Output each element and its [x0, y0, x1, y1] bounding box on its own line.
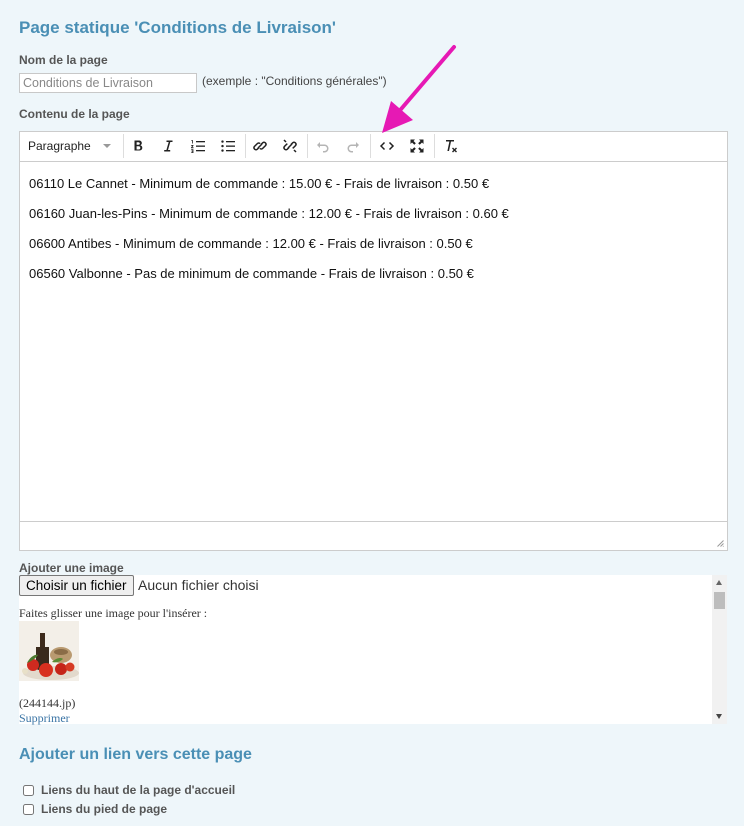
numbered-list-button[interactable]	[188, 135, 208, 157]
clear-formatting-button[interactable]	[440, 135, 462, 157]
unlink-icon	[283, 139, 297, 153]
choose-file-button[interactable]: Choisir un fichier	[19, 575, 134, 596]
content-line: 06600 Antibes - Minimum de commande : 12…	[29, 236, 473, 251]
add-image-label: Ajouter une image	[19, 561, 124, 575]
add-link-title: Ajouter un lien vers cette page	[19, 746, 252, 763]
footer-links-option[interactable]: Liens du pied de page	[23, 802, 167, 816]
toolbar-separator	[245, 134, 246, 158]
block-format-select[interactable]: Paragraphe	[23, 135, 117, 157]
top-links-checkbox[interactable]	[23, 784, 34, 796]
link-icon	[253, 141, 267, 151]
page-name-label: Nom de la page	[19, 53, 108, 67]
content-line: 06110 Le Cannet - Minimum de commande : …	[29, 176, 490, 191]
fullscreen-button[interactable]	[407, 135, 427, 157]
source-code-button[interactable]	[377, 135, 397, 157]
page-name-hint: (exemple : "Conditions générales")	[202, 74, 387, 88]
scroll-down-icon[interactable]	[716, 714, 722, 719]
numbered-list-icon	[191, 140, 205, 153]
unlink-button[interactable]	[280, 135, 300, 157]
toolbar-separator	[370, 134, 371, 158]
editor-content[interactable]: 06110 Le Cannet - Minimum de commande : …	[20, 162, 727, 522]
footer-links-checkbox[interactable]	[23, 803, 34, 815]
content-line: 06560 Valbonne - Pas de minimum de comma…	[29, 266, 474, 281]
chevron-down-icon	[103, 144, 111, 148]
delete-image-link[interactable]: Supprimer	[19, 711, 70, 726]
clear-formatting-icon	[446, 140, 457, 153]
bullet-list-button[interactable]	[218, 135, 238, 157]
redo-icon	[347, 142, 359, 153]
no-file-text: Aucun fichier choisi	[138, 577, 259, 593]
image-upload-panel: Choisir un fichier Aucun fichier choisi …	[19, 575, 727, 726]
undo-button[interactable]	[313, 135, 333, 157]
source-code-icon	[379, 141, 395, 151]
annotation-arrow-icon	[382, 45, 456, 133]
image-thumbnail[interactable]	[19, 621, 79, 681]
top-links-label: Liens du haut de la page d'accueil	[41, 783, 236, 797]
italic-icon	[164, 140, 173, 152]
toolbar-separator	[434, 134, 435, 158]
redo-button[interactable]	[343, 135, 363, 157]
bold-button[interactable]	[128, 135, 148, 157]
toolbar-separator	[307, 134, 308, 158]
top-links-option[interactable]: Liens du haut de la page d'accueil	[23, 783, 235, 797]
editor-statusbar	[20, 521, 727, 550]
scroll-up-icon[interactable]	[716, 580, 722, 585]
scrollbar-thumb[interactable]	[714, 592, 725, 609]
page-content-label: Contenu de la page	[19, 107, 130, 121]
toolbar-separator	[123, 134, 124, 158]
fullscreen-icon	[410, 139, 424, 153]
drag-hint: Faites glisser une image pour l'insérer …	[19, 606, 208, 620]
vegetables-photo-icon	[19, 621, 79, 681]
content-line: 06160 Juan-les-Pins - Minimum de command…	[29, 206, 509, 221]
link-button[interactable]	[250, 135, 270, 157]
footer-links-label: Liens du pied de page	[41, 802, 168, 816]
resize-handle-icon[interactable]	[716, 539, 724, 547]
block-format-value: Paragraphe	[28, 139, 91, 153]
undo-icon	[317, 142, 329, 153]
page-name-input[interactable]	[19, 73, 197, 93]
editor-toolbar: Paragraphe	[20, 132, 727, 162]
image-panel-scrollbar[interactable]	[712, 575, 727, 724]
image-filename: (244144.jp)	[19, 696, 76, 710]
bold-icon	[134, 140, 143, 151]
page-title: Page statique 'Conditions de Livraison'	[19, 18, 336, 37]
rich-text-editor: Paragraphe 06110 Le Cannet - Minimum de …	[19, 131, 728, 551]
italic-button[interactable]	[158, 135, 178, 157]
bullet-list-icon	[221, 140, 235, 152]
